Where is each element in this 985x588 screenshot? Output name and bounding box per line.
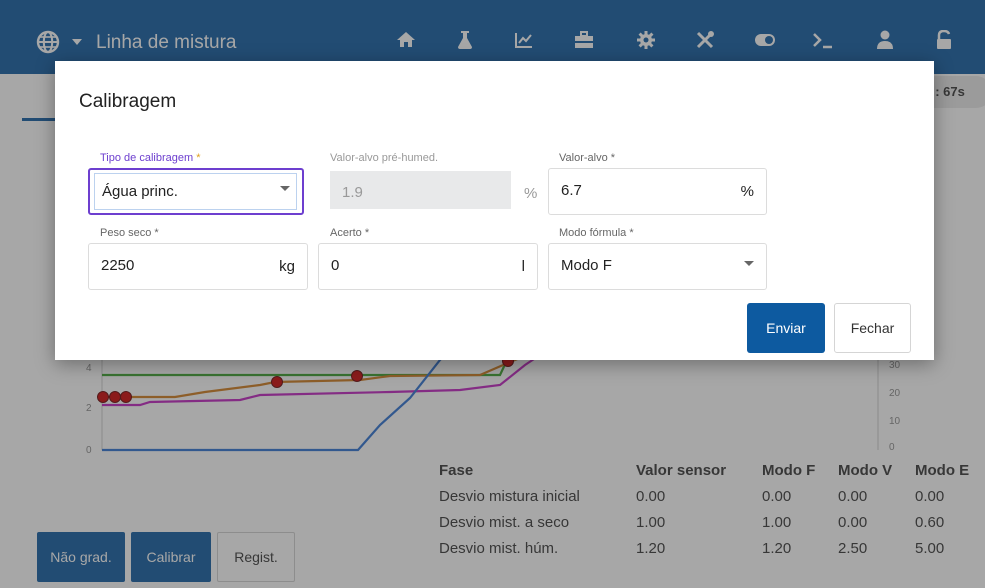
valor-alvo-input[interactable]: 6.7 % xyxy=(548,168,767,215)
chevron-down-icon xyxy=(280,186,290,191)
peso-seco-value: 2250 xyxy=(101,257,135,274)
peso-seco-label: Peso seco * xyxy=(100,227,159,239)
tipo-label: Tipo de calibragem * xyxy=(100,152,201,164)
acerto-label: Acerto * xyxy=(330,227,370,239)
dialog-title: Calibragem xyxy=(79,91,177,112)
acerto-input[interactable]: 0 l xyxy=(318,243,538,290)
pre-humed-label: Valor-alvo pré-humed. xyxy=(330,152,439,164)
fechar-button[interactable]: Fechar xyxy=(834,303,911,353)
pre-humed-unit: % xyxy=(524,185,538,202)
tipo-select[interactable]: Água princ. xyxy=(88,168,304,215)
modo-formula-label: Modo fórmula * xyxy=(559,227,634,239)
acerto-unit: l xyxy=(521,258,525,275)
modo-formula-value: Modo F xyxy=(561,257,612,274)
valor-alvo-unit: % xyxy=(740,183,754,200)
valor-alvo-label: Valor-alvo * xyxy=(559,152,616,164)
peso-seco-unit: kg xyxy=(279,258,295,275)
calibration-dialog: Calibragem Tipo de calibragem * Água pri… xyxy=(55,61,934,360)
pre-humed-field: 1.9 % xyxy=(330,171,538,218)
valor-alvo-value: 6.7 xyxy=(561,182,582,199)
acerto-value: 0 xyxy=(331,257,340,274)
enviar-button[interactable]: Enviar xyxy=(747,303,825,353)
tipo-value: Água princ. xyxy=(102,183,178,200)
peso-seco-input[interactable]: 2250 kg xyxy=(88,243,308,290)
chevron-down-icon xyxy=(744,261,754,266)
modo-formula-select[interactable]: Modo F xyxy=(548,243,767,290)
pre-humed-value: 1.9 xyxy=(342,184,363,201)
